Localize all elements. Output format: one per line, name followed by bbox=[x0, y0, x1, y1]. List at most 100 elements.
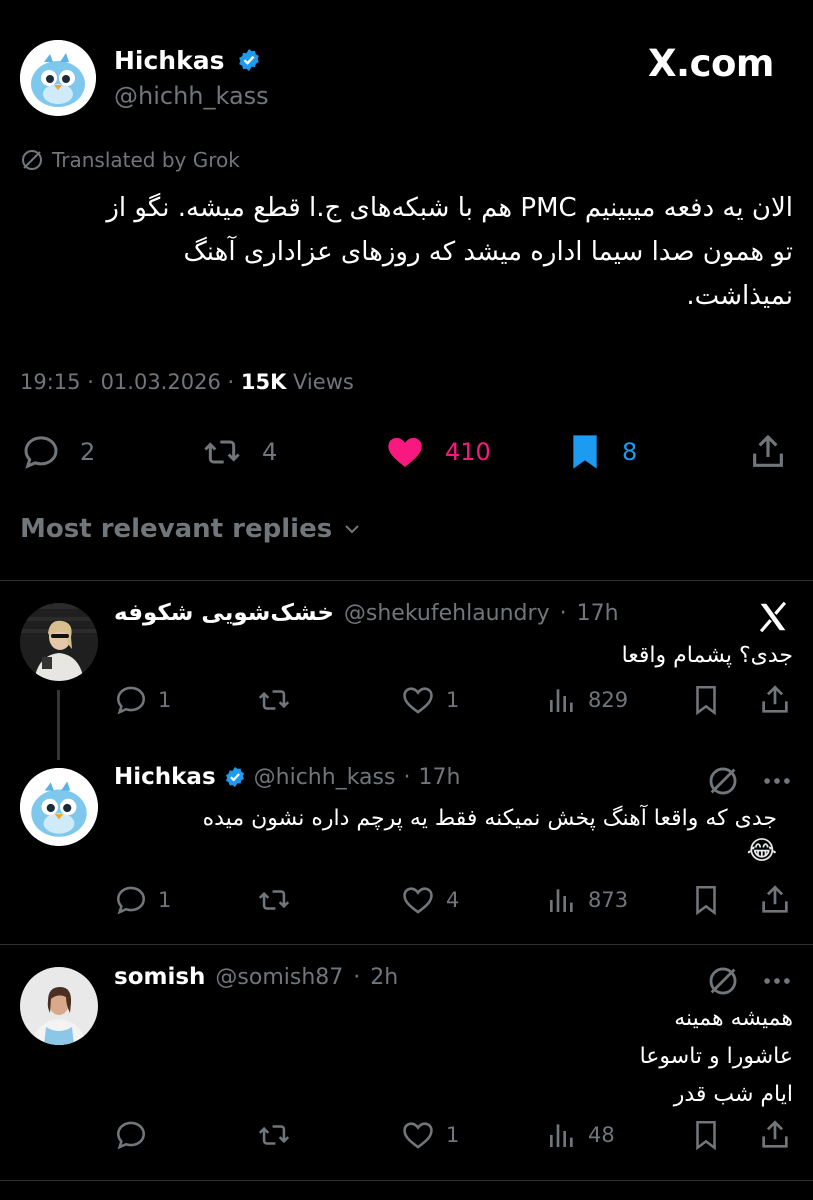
analytics-icon bbox=[550, 889, 573, 912]
replies-sort-dropdown[interactable]: Most relevant replies bbox=[20, 514, 364, 544]
like-count: 4 bbox=[446, 888, 460, 912]
reply-text-line: ایام شب قدر bbox=[673, 1082, 793, 1107]
dot-separator: · bbox=[559, 601, 567, 626]
repost-action[interactable] bbox=[256, 1118, 302, 1152]
thread-line bbox=[57, 690, 60, 760]
like-action[interactable]: 1 bbox=[400, 683, 459, 717]
reply-action[interactable]: 2 bbox=[20, 432, 95, 472]
analytics-icon bbox=[550, 689, 573, 712]
reply-count: 2 bbox=[80, 438, 96, 466]
tweet-date[interactable]: 01.03.2026 bbox=[101, 370, 221, 394]
bookmark-icon bbox=[696, 885, 716, 916]
reply-text: جدی؟ پشمام واقعا bbox=[621, 643, 793, 668]
site-watermark: X.com bbox=[648, 42, 775, 85]
share-button[interactable] bbox=[758, 683, 792, 721]
bookmark-filled-icon bbox=[573, 435, 597, 469]
heart-icon bbox=[403, 1122, 433, 1149]
views-count: 829 bbox=[588, 688, 629, 712]
dot-separator: · bbox=[403, 764, 411, 790]
tweet-time[interactable]: 19:15 bbox=[20, 370, 81, 394]
repost-count: 4 bbox=[262, 438, 278, 466]
grok-translate-button[interactable] bbox=[706, 764, 740, 802]
reply-author-name[interactable]: خشک‌شویی شکوفه bbox=[114, 600, 334, 626]
heart-filled-icon bbox=[388, 437, 422, 467]
bookmark-button[interactable] bbox=[690, 683, 722, 721]
reply-author-name[interactable]: Hichkas bbox=[114, 764, 216, 790]
reply-action[interactable]: 1 bbox=[114, 683, 171, 717]
tweet-text: الان یه دفعه میبینیم PMC هم با شبکه‌های … bbox=[106, 193, 793, 311]
grok-translate-button[interactable] bbox=[706, 964, 740, 1002]
like-count: 410 bbox=[445, 438, 491, 466]
share-button[interactable] bbox=[748, 432, 788, 476]
reply-time[interactable]: 2h bbox=[370, 965, 398, 990]
bookmark-button[interactable] bbox=[690, 883, 722, 921]
reply-header: somish @somish87 · 2h bbox=[114, 964, 398, 990]
heart-icon bbox=[403, 887, 433, 914]
bookmark-action[interactable]: 8 bbox=[566, 432, 637, 472]
like-action[interactable]: 410 bbox=[383, 432, 491, 472]
translated-by-grok[interactable]: Translated by Grok bbox=[20, 148, 240, 172]
divider bbox=[0, 944, 813, 945]
user-photo-icon bbox=[20, 967, 98, 1045]
reply-icon bbox=[24, 436, 58, 469]
like-count: 1 bbox=[446, 688, 460, 712]
author-name-text[interactable]: Hichkas bbox=[114, 46, 225, 75]
views-action[interactable]: 873 bbox=[546, 883, 628, 917]
dot-separator: · bbox=[353, 965, 361, 990]
share-button[interactable] bbox=[758, 883, 792, 921]
reply-count: 1 bbox=[158, 688, 172, 712]
bookmark-count: 8 bbox=[622, 438, 638, 466]
x-logo-icon bbox=[756, 601, 790, 633]
tweet-meta: 19:15 · 01.03.2026 · 15K Views bbox=[20, 370, 354, 394]
reply-author-handle[interactable]: @shekufehlaundry bbox=[344, 601, 550, 626]
bookmark-button[interactable] bbox=[690, 1118, 722, 1156]
more-options-button[interactable] bbox=[760, 764, 794, 802]
share-button[interactable] bbox=[758, 1118, 792, 1156]
reply-text-content: جدی که واقعا آهنگ پخش نمیکنه فقط یه پرچم… bbox=[202, 806, 777, 831]
like-action[interactable]: 1 bbox=[400, 1118, 459, 1152]
reply-time[interactable]: 17h bbox=[418, 765, 460, 790]
reply-text-line: عاشورا و تاسوعا bbox=[639, 1044, 793, 1069]
laughing-emoji: 😂 bbox=[746, 836, 777, 866]
repost-icon bbox=[204, 440, 240, 464]
reply-avatar[interactable] bbox=[20, 967, 98, 1045]
reply-author-handle[interactable]: @hichh_kass bbox=[254, 765, 396, 790]
reply-author-name[interactable]: somish bbox=[114, 964, 205, 990]
reply-action[interactable] bbox=[114, 1118, 158, 1152]
like-action[interactable]: 4 bbox=[400, 883, 459, 917]
like-count: 1 bbox=[446, 1123, 460, 1147]
reply-text: همیشه همینه عاشورا و تاسوعا ایام شب قدر bbox=[143, 1000, 793, 1114]
reply-text: جدی که واقعا آهنگ پخش نمیکنه فقط یه پرچم… bbox=[127, 800, 777, 838]
reply-text-line: همیشه همینه bbox=[674, 1006, 793, 1031]
repost-action[interactable] bbox=[256, 683, 302, 717]
views-action[interactable]: 48 bbox=[546, 1118, 615, 1152]
author-avatar[interactable] bbox=[20, 40, 96, 116]
repost-action[interactable] bbox=[256, 883, 302, 917]
views-count: 48 bbox=[588, 1123, 615, 1147]
reply-action[interactable]: 1 bbox=[114, 883, 171, 917]
views-action[interactable]: 829 bbox=[546, 683, 628, 717]
grok-icon bbox=[22, 150, 42, 170]
reply-avatar[interactable] bbox=[20, 768, 98, 846]
reply-author-handle[interactable]: @somish87 bbox=[215, 965, 343, 990]
reply-icon bbox=[116, 886, 146, 915]
verified-badge-icon bbox=[239, 49, 260, 71]
reply-avatar[interactable] bbox=[20, 603, 98, 681]
more-options-button[interactable] bbox=[760, 964, 794, 1002]
reply-header: خشک‌شویی شکوفه @shekufehlaundry · 17h bbox=[114, 600, 619, 626]
bird-avatar-icon bbox=[20, 40, 96, 116]
reply-time[interactable]: 17h bbox=[577, 601, 619, 626]
user-photo-icon bbox=[20, 603, 98, 681]
bookmark-icon bbox=[696, 685, 716, 716]
repost-action[interactable]: 4 bbox=[200, 432, 277, 472]
repost-icon bbox=[258, 1125, 290, 1145]
grok-icon bbox=[709, 967, 737, 995]
share-icon bbox=[753, 434, 783, 467]
more-icon bbox=[764, 778, 790, 784]
share-icon bbox=[762, 1120, 788, 1148]
author-name[interactable]: Hichkas bbox=[114, 46, 261, 75]
analytics-icon bbox=[550, 1124, 573, 1147]
views-count: 15K bbox=[240, 370, 287, 394]
translated-label: Translated by Grok bbox=[52, 148, 240, 172]
author-handle[interactable]: @hichh_kass bbox=[114, 82, 269, 110]
